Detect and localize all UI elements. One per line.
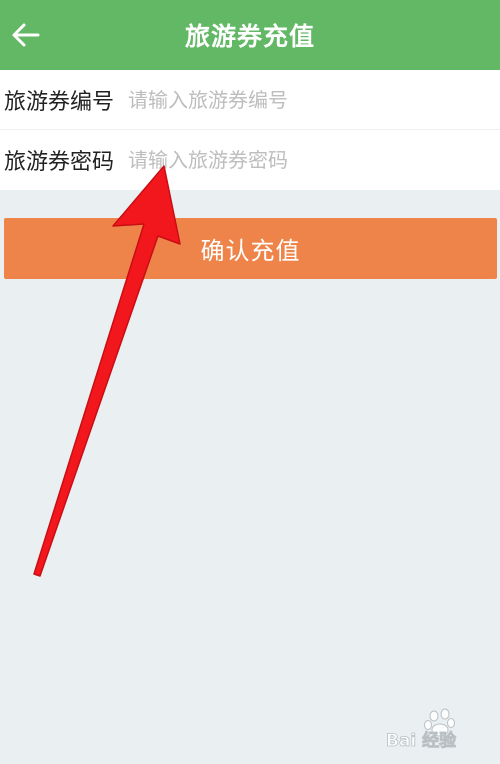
voucher-number-row: 旅游券编号 bbox=[0, 70, 500, 130]
back-button[interactable] bbox=[6, 15, 46, 55]
voucher-password-input[interactable] bbox=[128, 140, 488, 180]
voucher-password-label: 旅游券密码 bbox=[4, 150, 115, 175]
voucher-number-label: 旅游券编号 bbox=[4, 90, 115, 115]
baidu-jingyan-watermark: Bai 经验 bbox=[386, 708, 458, 751]
voucher-number-input[interactable] bbox=[128, 80, 488, 120]
arrow-left-icon bbox=[12, 23, 40, 47]
baidu-paw-icon bbox=[424, 708, 455, 737]
watermark-text: Bai 经验 bbox=[386, 730, 457, 751]
page-title: 旅游券充值 bbox=[184, 22, 315, 51]
voucher-password-row: 旅游券密码 bbox=[0, 130, 500, 190]
top-bar: 旅游券充值 bbox=[0, 0, 500, 70]
confirm-recharge-button[interactable]: 确认充值 bbox=[4, 218, 497, 279]
voucher-form: 旅游券编号 旅游券密码 bbox=[0, 70, 500, 190]
